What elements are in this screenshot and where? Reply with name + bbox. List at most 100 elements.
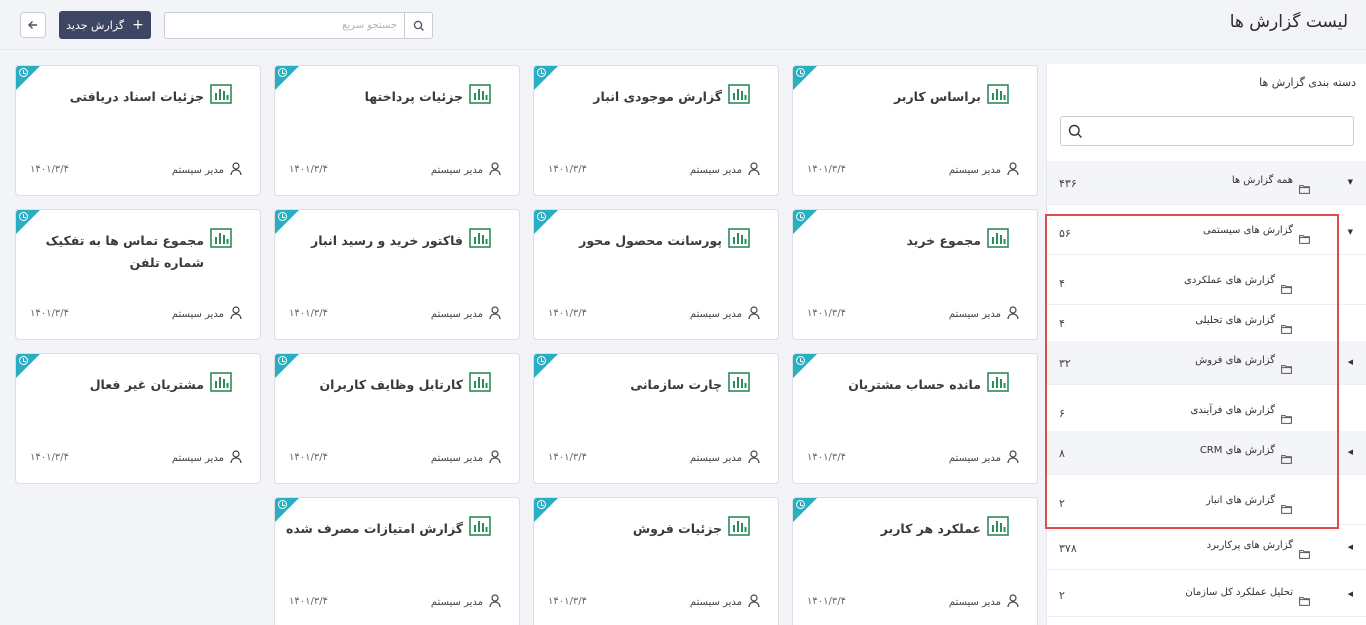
report-card[interactable]: مجموع خرید مدیر سیستم ۱۴۰۱/۳/۴ (792, 209, 1038, 340)
caret-icon[interactable]: ◀ (1348, 543, 1353, 551)
user-icon (489, 450, 501, 467)
user-icon (748, 450, 760, 467)
user-icon (748, 306, 760, 323)
back-button[interactable] (20, 12, 46, 38)
report-card[interactable]: فاکتور خرید و رسید انبار مدیر سیستم ۱۴۰۱/۳… (274, 209, 520, 340)
report-author: مدیر سیستم (172, 306, 242, 323)
page-header: لیست گزارش ها + گزارش جدید (0, 0, 1366, 50)
report-card[interactable]: مشتریان غیر فعال مدیر سیستم ۱۴۰۱/۳/۴ (15, 353, 261, 484)
report-card[interactable]: پورسانت محصول محور مدیر سیستم ۱۴۰۱/۳/۴ (533, 209, 779, 340)
caret-icon[interactable]: ◀ (1348, 448, 1353, 456)
bar-chart-icon (469, 516, 491, 540)
report-date: ۱۴۰۱/۳/۴ (289, 164, 328, 175)
report-date: ۱۴۰۱/۳/۴ (30, 308, 69, 319)
report-date: ۱۴۰۱/۳/۴ (807, 452, 846, 463)
user-icon (489, 306, 501, 323)
report-date: ۱۴۰۱/۳/۴ (548, 164, 587, 175)
report-title: مشتریان غیر فعال (89, 377, 204, 392)
clock-icon (537, 500, 546, 509)
bar-chart-icon (728, 516, 750, 540)
report-title: پورسانت محصول محور (579, 233, 722, 248)
page-title: لیست گزارش ها (1229, 12, 1348, 32)
bar-chart-icon (987, 516, 1009, 540)
search-button[interactable] (404, 13, 432, 38)
folder-icon (1299, 544, 1310, 563)
caret-icon[interactable]: ◀ (1348, 358, 1353, 366)
report-card[interactable]: جزئیات اسناد دریافتی مدیر سیستم ۱۴۰۱/۳/۴ (15, 65, 261, 196)
report-author: مدیر سیستم (431, 594, 501, 611)
report-title: جزئیات پرداختها (364, 89, 463, 104)
user-icon (1007, 450, 1019, 467)
report-card[interactable]: کارتابل وظایف کاربران مدیر سیستم ۱۴۰۱/۳/۴ (274, 353, 520, 484)
clock-icon (19, 356, 28, 365)
bar-chart-icon (728, 228, 750, 252)
report-author: مدیر سیستم (172, 162, 242, 179)
author-name: مدیر سیستم (689, 453, 742, 464)
caret-icon[interactable]: ▼ (1348, 178, 1353, 186)
report-card[interactable]: جزئیات فروش مدیر سیستم ۱۴۰۱/۳/۴ (533, 497, 779, 625)
plus-icon: + (132, 17, 144, 33)
author-name: مدیر سیستم (171, 165, 224, 176)
clock-icon (278, 212, 287, 221)
report-author: مدیر سیستم (431, 450, 501, 467)
report-card[interactable]: مانده حساب مشتریان مدیر سیستم ۱۴۰۱/۳/۴ (792, 353, 1038, 484)
report-author: مدیر سیستم (690, 450, 760, 467)
report-date: ۱۴۰۱/۳/۴ (548, 308, 587, 319)
bar-chart-icon (210, 84, 232, 108)
report-title: گزارش موجودی انبار (593, 89, 722, 104)
bar-chart-icon (469, 84, 491, 108)
selection-highlight (1045, 214, 1339, 529)
bar-chart-icon (987, 84, 1009, 108)
report-date: ۱۴۰۱/۳/۴ (807, 308, 846, 319)
new-report-button[interactable]: + گزارش جدید (59, 11, 151, 39)
report-title: مانده حساب مشتریان (848, 377, 981, 392)
clock-icon (796, 68, 805, 77)
user-icon (748, 594, 760, 611)
report-card[interactable]: گزارش امتیازات مصرف شده مدیر سیستم ۱۴۰۱/۳/… (274, 497, 520, 625)
author-name: مدیر سیستم (689, 597, 742, 608)
bar-chart-icon (728, 372, 750, 396)
author-name: مدیر سیستم (689, 165, 742, 176)
report-date: ۱۴۰۱/۳/۴ (30, 164, 69, 175)
clock-icon (537, 68, 546, 77)
clock-icon (19, 212, 28, 221)
bar-chart-icon (210, 372, 232, 396)
clock-icon (278, 68, 287, 77)
author-name: مدیر سیستم (171, 309, 224, 320)
report-date: ۱۴۰۱/۳/۴ (289, 452, 328, 463)
clock-icon (796, 356, 805, 365)
tree-item[interactable]: ۳۷۸ گزارش های پرکاربرد ◀ (1047, 526, 1366, 570)
clock-icon (537, 356, 546, 365)
tree-item-count: ۲ (1059, 589, 1065, 602)
report-title: براساس کاربر (894, 89, 981, 104)
report-card[interactable]: مجموع تماس ها به تفکیک شماره تلفن مدیر سی… (15, 209, 261, 340)
bar-chart-icon (987, 228, 1009, 252)
sidebar-title: دسته بندی گزارش ها (1259, 76, 1356, 89)
author-name: مدیر سیستم (171, 453, 224, 464)
report-author: مدیر سیستم (431, 306, 501, 323)
caret-icon[interactable]: ▼ (1348, 228, 1353, 236)
report-author: مدیر سیستم (949, 306, 1019, 323)
quick-search-input[interactable] (165, 13, 405, 38)
tree-item-label: تحلیل عملکرد کل سازمان (1185, 587, 1293, 598)
report-card[interactable]: براساس کاربر مدیر سیستم ۱۴۰۱/۳/۴ (792, 65, 1038, 196)
report-date: ۱۴۰۱/۳/۴ (807, 164, 846, 175)
report-author: مدیر سیستم (949, 450, 1019, 467)
sidebar-search-input[interactable] (1060, 116, 1354, 146)
report-card[interactable]: گزارش موجودی انبار مدیر سیستم ۱۴۰۱/۳/۴ (533, 65, 779, 196)
report-card[interactable]: عملکرد هر کاربر مدیر سیستم ۱۴۰۱/۳/۴ (792, 497, 1038, 625)
report-title: فاکتور خرید و رسید انبار (311, 233, 463, 248)
clock-icon (796, 212, 805, 221)
bar-chart-icon (210, 228, 232, 252)
tree-item[interactable]: ۲ تحلیل عملکرد کل سازمان ◀ (1047, 573, 1366, 617)
report-title: چارت سازمانی (630, 377, 722, 392)
user-icon (489, 162, 501, 179)
clock-icon (796, 500, 805, 509)
tree-item-count: ۳۷۸ (1059, 542, 1077, 555)
caret-icon[interactable]: ◀ (1348, 590, 1353, 598)
report-author: مدیر سیستم (690, 306, 760, 323)
report-card[interactable]: چارت سازمانی مدیر سیستم ۱۴۰۱/۳/۴ (533, 353, 779, 484)
tree-item[interactable]: ۴۳۶ همه گزارش ها ▼ (1047, 161, 1366, 205)
author-name: مدیر سیستم (430, 309, 483, 320)
report-card[interactable]: جزئیات پرداختها مدیر سیستم ۱۴۰۱/۳/۴ (274, 65, 520, 196)
